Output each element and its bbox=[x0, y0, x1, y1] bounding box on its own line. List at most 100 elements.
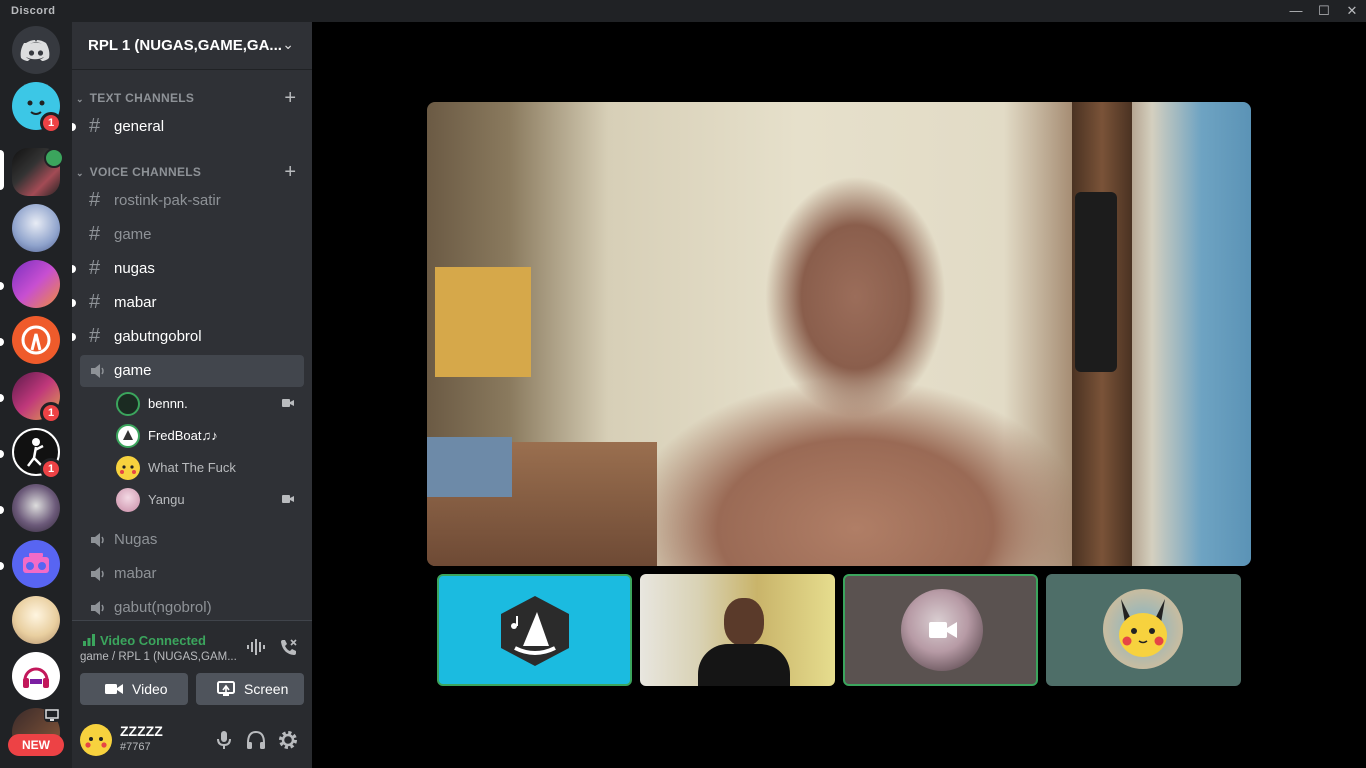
username[interactable]: ZZZZZ bbox=[120, 723, 163, 739]
maximize-button[interactable]: ☐ bbox=[1310, 0, 1338, 22]
hanging-clothes bbox=[1075, 192, 1117, 372]
speaker-icon bbox=[91, 601, 104, 615]
voice-user-what-the-fuck[interactable]: What The Fuck bbox=[114, 454, 304, 482]
person-head bbox=[724, 598, 764, 646]
video-active-icon bbox=[44, 148, 64, 168]
unread-pill bbox=[72, 123, 76, 131]
collapse-arrow-icon: ⌄ bbox=[76, 168, 84, 178]
new-badge[interactable]: NEW bbox=[8, 734, 64, 756]
unread-pill bbox=[72, 333, 76, 341]
voice-user-name: FredBoat♫♪ bbox=[148, 428, 218, 443]
screen-share-icon bbox=[44, 708, 60, 722]
channel-rostink-pak-satir[interactable]: # rostink-pak-satir bbox=[80, 185, 304, 217]
pikachu-icon bbox=[1119, 599, 1167, 657]
screen-button-label: Screen bbox=[244, 681, 289, 697]
unread-pill bbox=[0, 394, 4, 402]
voice-channel-nugas[interactable]: Nugas bbox=[80, 524, 304, 556]
video-tile-camera-user[interactable] bbox=[640, 574, 835, 686]
camera-icon bbox=[282, 399, 294, 407]
voice-channel-game[interactable]: game bbox=[80, 355, 304, 387]
server-icon-anime-2[interactable] bbox=[12, 484, 60, 532]
unread-pill bbox=[72, 299, 76, 307]
close-button[interactable]: ✕ bbox=[1338, 0, 1366, 22]
signal-icon bbox=[83, 634, 95, 646]
headphones-icon[interactable] bbox=[244, 728, 268, 752]
channel-mabar[interactable]: # mabar bbox=[80, 287, 304, 319]
channel-name: mabar bbox=[114, 565, 157, 582]
category-text-channels[interactable]: ⌄ TEXT CHANNELS bbox=[76, 91, 194, 105]
video-tile-yangu[interactable] bbox=[843, 574, 1038, 686]
voice-channel-path[interactable]: game / RPL 1 (NUGAS,GAM... bbox=[80, 651, 237, 663]
video-button[interactable]: Video bbox=[80, 673, 188, 705]
voice-user-bennn[interactable]: bennn. bbox=[114, 390, 304, 418]
microphone-icon[interactable] bbox=[212, 728, 236, 752]
home-button[interactable] bbox=[12, 26, 60, 74]
hash-icon: # bbox=[89, 325, 101, 347]
voice-connection-panel: Video Connected game / RPL 1 (NUGAS,GAM.… bbox=[72, 620, 312, 712]
server-icon-purple[interactable] bbox=[12, 260, 60, 308]
category-label: VOICE CHANNELS bbox=[89, 165, 202, 179]
user-panel: ZZZZZ #7767 bbox=[72, 712, 312, 768]
video-call-area bbox=[312, 22, 1366, 768]
chevron-down-icon: ⌄ bbox=[282, 36, 294, 52]
camera-icon bbox=[282, 495, 294, 503]
avatar bbox=[1103, 589, 1183, 669]
video-tile-fredboat[interactable] bbox=[437, 574, 632, 686]
gear-icon[interactable] bbox=[276, 728, 300, 752]
create-channel-icon[interactable]: + bbox=[284, 88, 296, 108]
user-avatar[interactable] bbox=[80, 724, 112, 756]
server-icon-orange[interactable] bbox=[12, 316, 60, 364]
minimize-button[interactable]: — bbox=[1282, 0, 1310, 22]
hash-icon: # bbox=[89, 189, 101, 211]
video-camera-icon bbox=[929, 622, 957, 638]
server-icon-anime-3[interactable] bbox=[12, 596, 60, 644]
channel-name: general bbox=[114, 118, 165, 135]
collapse-arrow-icon: ⌄ bbox=[76, 94, 84, 104]
headphones-music-icon bbox=[23, 667, 49, 688]
channel-name: rostink-pak-satir bbox=[114, 192, 221, 209]
voice-status[interactable]: Video Connected bbox=[100, 633, 206, 648]
server-icon-music[interactable] bbox=[12, 652, 60, 700]
hash-icon: # bbox=[89, 291, 101, 313]
server-icon-anime-1[interactable] bbox=[12, 204, 60, 252]
voice-user-yangu[interactable]: Yangu bbox=[114, 486, 304, 514]
video-camera-icon bbox=[105, 684, 123, 694]
voice-user-name: bennn. bbox=[148, 396, 188, 411]
disconnect-call-icon[interactable] bbox=[278, 637, 298, 657]
main-video-feed[interactable] bbox=[427, 102, 1251, 566]
channel-name: game bbox=[114, 226, 152, 243]
shelf bbox=[435, 267, 531, 377]
voice-channel-mabar[interactable]: mabar bbox=[80, 558, 304, 590]
person-shirt bbox=[698, 644, 790, 686]
logo-icon bbox=[21, 325, 51, 355]
channel-game-text[interactable]: # game bbox=[80, 219, 304, 251]
channel-sidebar: RPL 1 (NUGAS,GAME,GA... ⌄ ⌄ TEXT CHANNEL… bbox=[72, 22, 312, 768]
channel-general[interactable]: # general bbox=[80, 111, 304, 143]
user-tag: #7767 bbox=[120, 741, 151, 753]
server-header[interactable]: RPL 1 (NUGAS,GAME,GA... ⌄ bbox=[72, 22, 312, 70]
channel-gabutngobrol[interactable]: # gabutngobrol bbox=[80, 321, 304, 353]
app-title: Discord bbox=[11, 5, 56, 17]
speaker-icon bbox=[91, 567, 104, 581]
unread-pill bbox=[72, 265, 76, 273]
voice-user-name: Yangu bbox=[148, 492, 185, 507]
mention-badge: 1 bbox=[40, 112, 62, 134]
speaker-icon bbox=[91, 364, 104, 378]
create-channel-icon[interactable]: + bbox=[284, 162, 296, 182]
channel-name: Nugas bbox=[114, 531, 158, 548]
channel-nugas[interactable]: # nugas bbox=[80, 253, 304, 285]
unread-pill bbox=[0, 338, 4, 346]
category-voice-channels[interactable]: ⌄ VOICE CHANNELS bbox=[76, 165, 201, 179]
server-icon-boombox[interactable] bbox=[12, 540, 60, 588]
channel-name: gabutngobrol bbox=[114, 328, 202, 345]
video-tile-what-the-fuck[interactable] bbox=[1046, 574, 1241, 686]
boombox-icon bbox=[23, 553, 49, 573]
voice-user-fredboat[interactable]: FredBoat♫♪ bbox=[114, 422, 304, 450]
video-button-label: Video bbox=[132, 681, 168, 697]
channel-name: nugas bbox=[114, 260, 155, 277]
screen-share-button[interactable]: Screen bbox=[196, 673, 304, 705]
voice-user-name: What The Fuck bbox=[148, 460, 236, 475]
noise-suppression-icon[interactable] bbox=[246, 639, 266, 655]
unread-pill bbox=[0, 450, 4, 458]
discord-logo-icon bbox=[20, 40, 50, 61]
